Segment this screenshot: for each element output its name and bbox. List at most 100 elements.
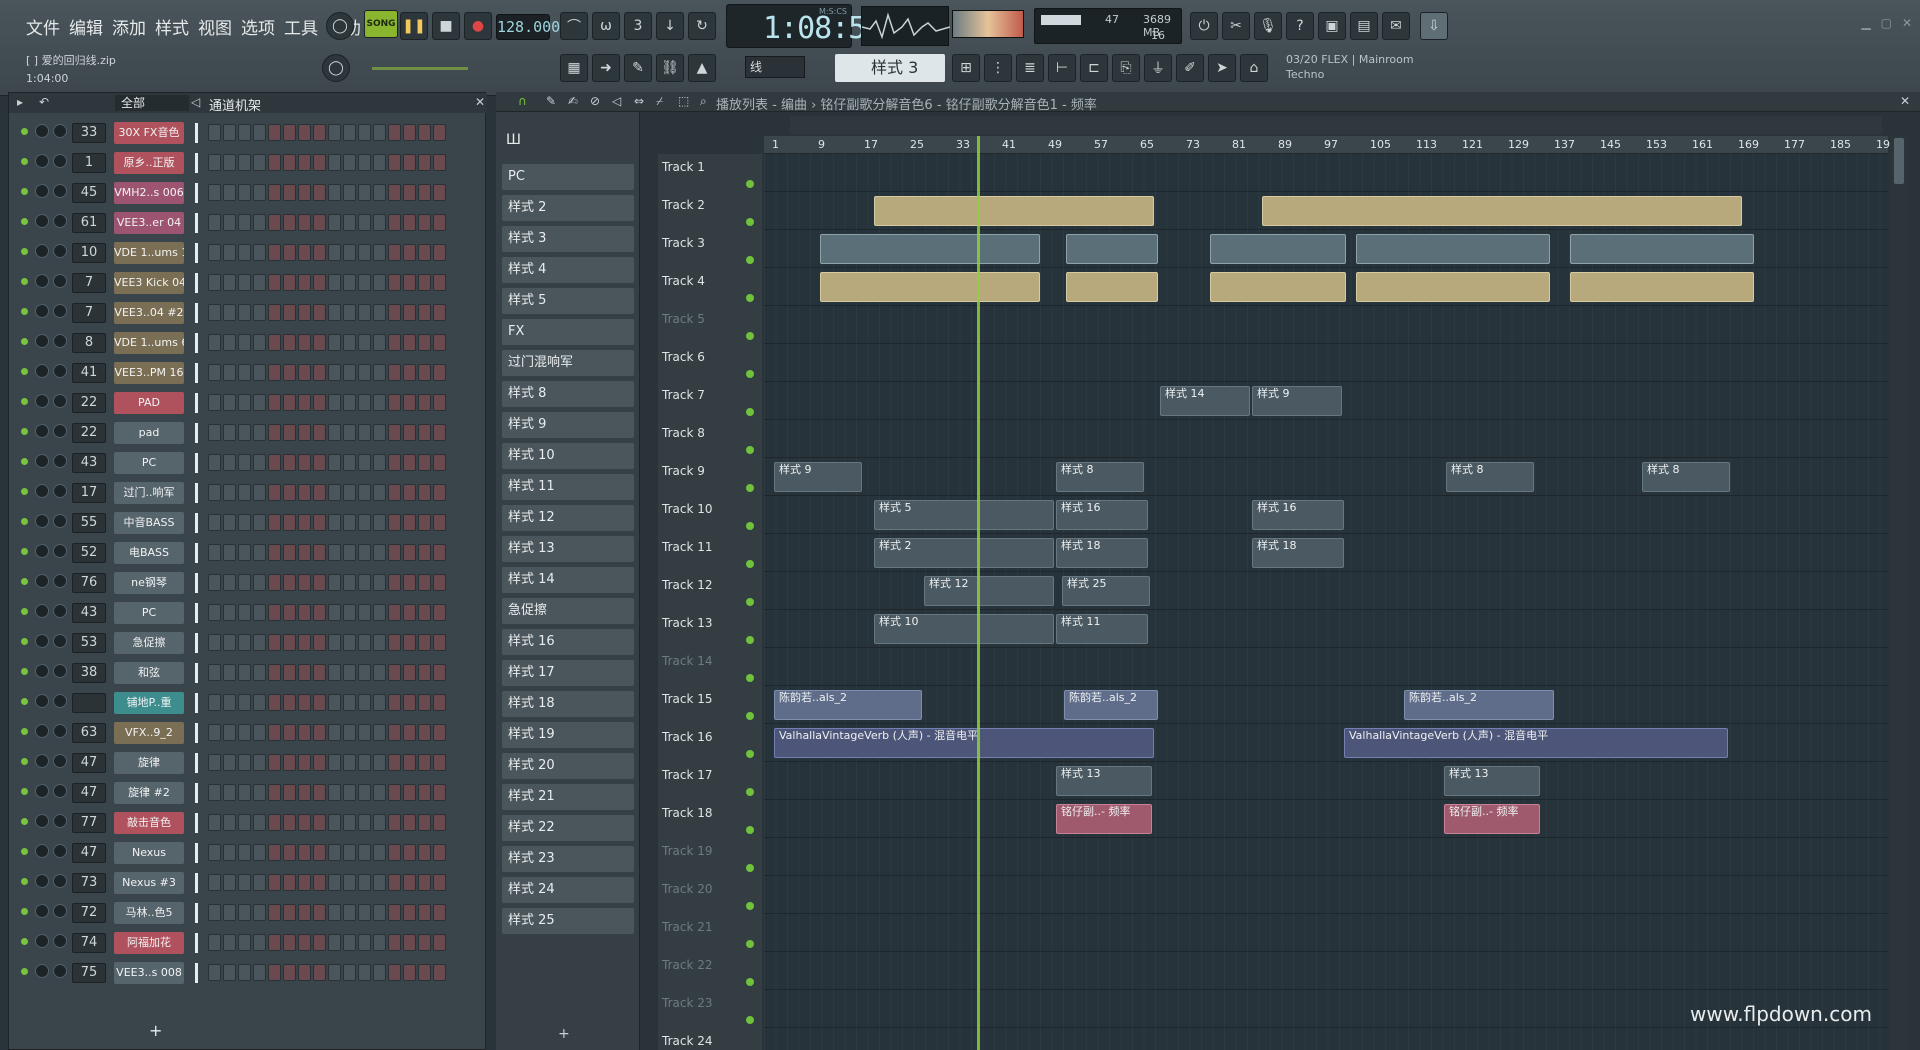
channel-mute-led[interactable] xyxy=(21,938,28,945)
pattern-item[interactable]: 样式 2 xyxy=(502,195,634,221)
channel-pan-knob[interactable] xyxy=(53,154,67,168)
step-button[interactable] xyxy=(268,124,281,141)
step-button[interactable] xyxy=(223,274,236,291)
step-button[interactable] xyxy=(328,904,341,921)
step-button[interactable] xyxy=(418,334,431,351)
step-button[interactable] xyxy=(253,274,266,291)
channel-pan-knob[interactable] xyxy=(53,754,67,768)
step-button[interactable] xyxy=(223,874,236,891)
step-button[interactable] xyxy=(283,454,296,471)
tempo-tapper-icon[interactable]: ⊢ xyxy=(1048,54,1076,82)
step-button[interactable] xyxy=(238,454,251,471)
step-button[interactable] xyxy=(433,544,446,561)
channel-mute-led[interactable] xyxy=(21,578,28,585)
step-button[interactable] xyxy=(298,574,311,591)
channel-pan-knob[interactable] xyxy=(53,454,67,468)
step-button[interactable] xyxy=(358,334,371,351)
snap-mode-select[interactable]: 线 xyxy=(745,56,805,78)
step-button[interactable] xyxy=(418,934,431,951)
channel-mute-led[interactable] xyxy=(21,968,28,975)
step-button[interactable] xyxy=(298,514,311,531)
brush-icon[interactable]: ✐ xyxy=(1176,54,1204,82)
step-button[interactable] xyxy=(283,334,296,351)
step-button[interactable] xyxy=(208,184,221,201)
channel-row[interactable]: 76 ne钢琴 xyxy=(9,567,487,597)
step-button[interactable] xyxy=(253,334,266,351)
step-button[interactable] xyxy=(238,424,251,441)
step-button[interactable] xyxy=(253,694,266,711)
mixer-track-number[interactable]: 38 xyxy=(72,663,106,683)
step-button[interactable] xyxy=(433,334,446,351)
playlist-clip[interactable]: 样式 14 xyxy=(1160,386,1250,416)
step-button[interactable] xyxy=(283,934,296,951)
song-mode-toggle[interactable]: SONG xyxy=(364,10,398,38)
channel-name-button[interactable]: PC xyxy=(114,452,184,474)
step-button[interactable] xyxy=(298,694,311,711)
step-button[interactable] xyxy=(343,394,356,411)
channel-pan-knob[interactable] xyxy=(53,544,67,558)
step-button[interactable] xyxy=(223,364,236,381)
step-button[interactable] xyxy=(283,694,296,711)
channel-name-button[interactable]: VDE 1..ums 1 xyxy=(114,242,184,264)
track-enable-led[interactable] xyxy=(746,598,754,606)
mixer-track-number[interactable]: 33 xyxy=(72,123,106,143)
pattern-item[interactable]: 样式 8 xyxy=(502,381,634,407)
step-button[interactable] xyxy=(268,334,281,351)
step-button[interactable] xyxy=(343,304,356,321)
mixer-track-number[interactable]: 55 xyxy=(72,513,106,533)
step-button[interactable] xyxy=(403,514,416,531)
undo-history-icon[interactable]: ⏻ xyxy=(1190,12,1218,40)
step-button[interactable] xyxy=(388,904,401,921)
step-button[interactable] xyxy=(313,244,326,261)
step-button[interactable] xyxy=(388,964,401,981)
channel-name-button[interactable]: VEE3..PM 16 xyxy=(114,362,184,384)
step-button[interactable] xyxy=(223,454,236,471)
record-button[interactable]: ● xyxy=(464,12,492,40)
pattern-item[interactable]: 样式 18 xyxy=(502,691,634,717)
pattern-item[interactable]: 样式 4 xyxy=(502,257,634,283)
step-button[interactable] xyxy=(298,724,311,741)
channel-row[interactable]: 7 VEE3..04 #2 xyxy=(9,297,487,327)
step-button[interactable] xyxy=(283,664,296,681)
channel-row[interactable]: 61 VEE3..er 04 xyxy=(9,207,487,237)
step-button[interactable] xyxy=(418,964,431,981)
step-button[interactable] xyxy=(388,634,401,651)
channel-volume-knob[interactable] xyxy=(35,544,49,558)
step-button[interactable] xyxy=(343,514,356,531)
play-pause-button[interactable]: ❚❚ xyxy=(400,12,428,40)
mute-tool-icon[interactable]: ◁ xyxy=(612,94,621,108)
step-button[interactable] xyxy=(208,724,221,741)
step-button[interactable] xyxy=(388,724,401,741)
step-button[interactable] xyxy=(433,454,446,471)
playlist-clip[interactable]: 样式 5 xyxy=(874,500,1054,530)
step-button[interactable] xyxy=(388,454,401,471)
step-button[interactable] xyxy=(418,664,431,681)
menu-edit[interactable]: 编辑 xyxy=(69,14,103,39)
step-button[interactable] xyxy=(238,124,251,141)
channel-name-button[interactable]: 和弦 xyxy=(114,662,184,684)
browser-icon[interactable]: ✎ xyxy=(624,54,652,82)
paint-tool-icon[interactable]: ✍ xyxy=(568,94,578,108)
channel-mute-led[interactable] xyxy=(21,428,28,435)
step-button[interactable] xyxy=(208,964,221,981)
channel-volume-knob[interactable] xyxy=(35,724,49,738)
save-icon[interactable]: ▣ xyxy=(1318,12,1346,40)
step-button[interactable] xyxy=(358,634,371,651)
playlist-close-icon[interactable]: ✕ xyxy=(1900,94,1910,108)
step-button[interactable] xyxy=(403,154,416,171)
step-button[interactable] xyxy=(313,274,326,291)
channel-name-button[interactable]: Nexus #3 xyxy=(114,872,184,894)
mixer-track-number[interactable]: 75 xyxy=(72,963,106,983)
mixer-track-number[interactable]: 47 xyxy=(72,783,106,803)
step-button[interactable] xyxy=(268,184,281,201)
track-name[interactable]: Track 19 xyxy=(662,844,712,858)
step-button[interactable] xyxy=(328,334,341,351)
step-button[interactable] xyxy=(223,814,236,831)
mixer-track-number[interactable]: 76 xyxy=(72,573,106,593)
step-button[interactable] xyxy=(283,304,296,321)
mixer-track-number[interactable] xyxy=(72,693,106,713)
step-button[interactable] xyxy=(253,304,266,321)
step-button[interactable] xyxy=(283,244,296,261)
pattern-selector[interactable]: 样式 3 xyxy=(835,54,945,82)
step-button[interactable] xyxy=(343,844,356,861)
